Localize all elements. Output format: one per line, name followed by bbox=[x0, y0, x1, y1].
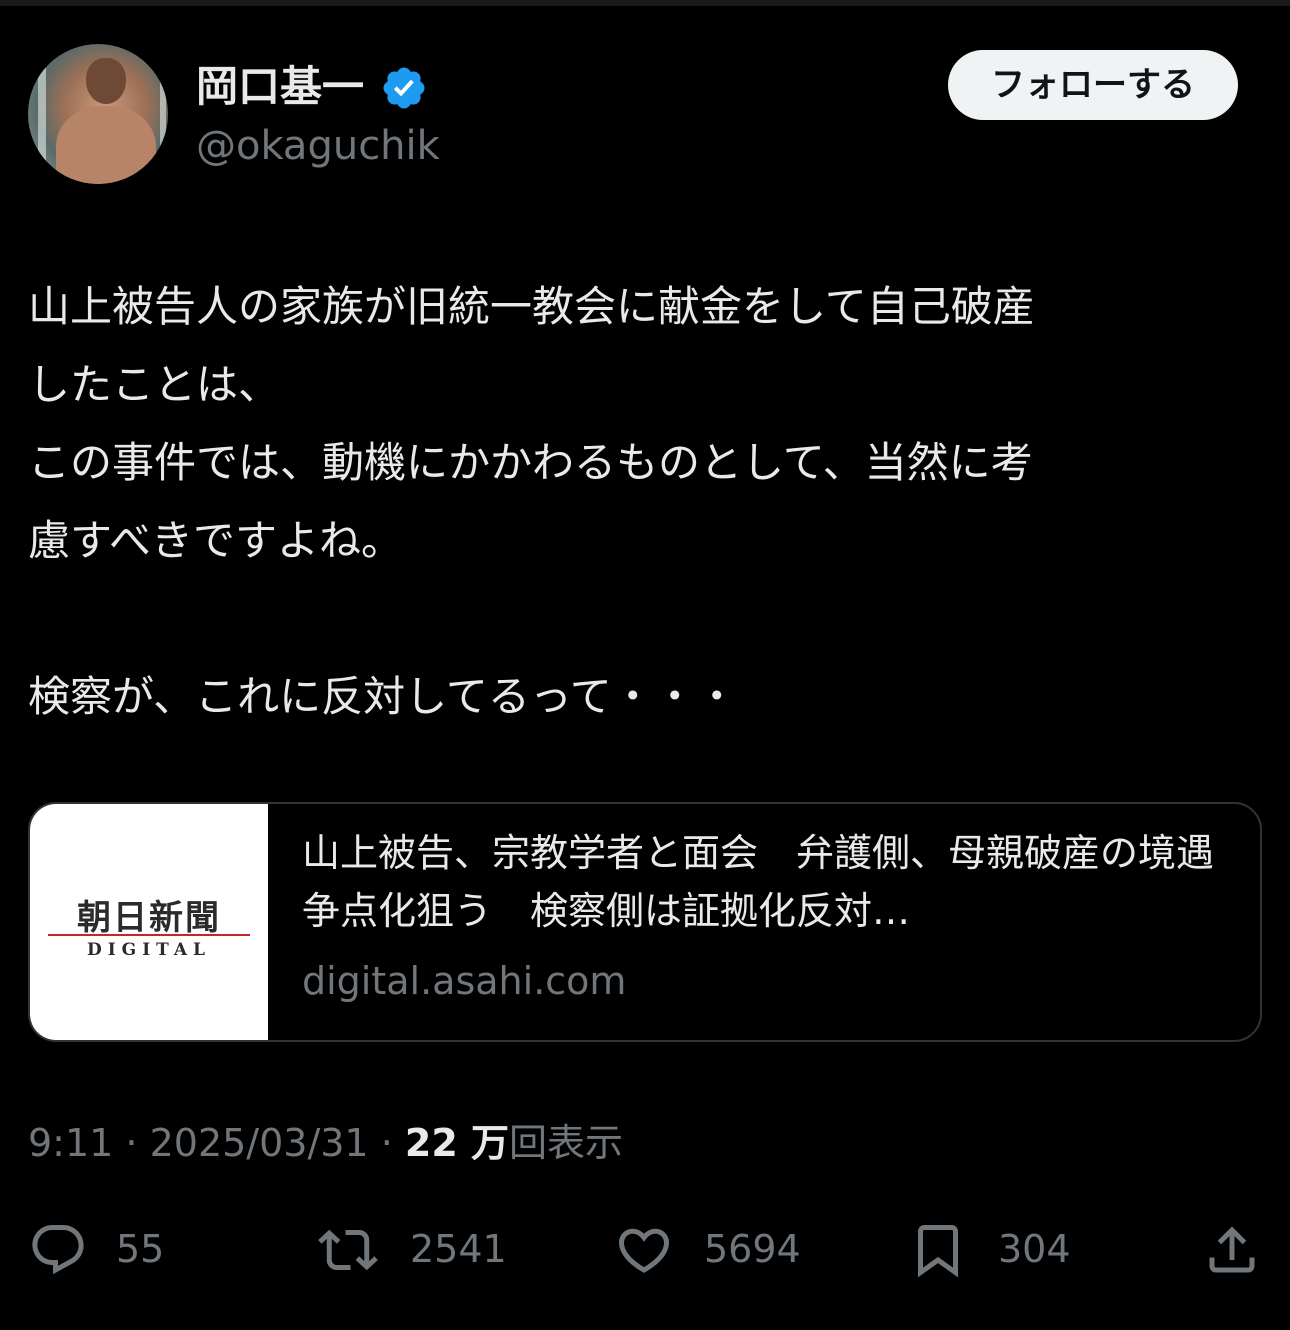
top-divider bbox=[0, 0, 1290, 6]
like-count: 5694 bbox=[704, 1227, 801, 1271]
tweet-date[interactable]: 2025/03/31 bbox=[150, 1121, 369, 1165]
heart-icon bbox=[618, 1228, 670, 1273]
tweet-meta: 9:11 · 2025/03/31 · 22 万回表示 bbox=[28, 1118, 623, 1168]
avatar-figure-head bbox=[86, 58, 126, 104]
bookmark-icon bbox=[918, 1225, 958, 1278]
link-card[interactable]: 朝日新聞 DIGITAL 山上被告、宗教学者と面会 弁護側、母親破産の境遇争点化… bbox=[28, 802, 1262, 1042]
avatar[interactable] bbox=[28, 44, 168, 184]
bookmark-count: 304 bbox=[998, 1227, 1071, 1271]
avatar-background-bar bbox=[38, 44, 46, 184]
views-count: 22 万 bbox=[404, 1121, 509, 1165]
tweet-page: 岡口基一 @okaguchik フォローする 山上被告人の家族が旧統一教会に献金… bbox=[0, 0, 1290, 1330]
reply-button[interactable]: 55 bbox=[28, 1212, 178, 1282]
like-button[interactable]: 5694 bbox=[614, 1212, 814, 1282]
meta-separator: · bbox=[113, 1121, 150, 1165]
meta-separator: · bbox=[368, 1121, 405, 1165]
tweet-text: 山上被告人の家族が旧統一教会に献金をして自己破産 したことは、 この事件では、動… bbox=[28, 282, 1035, 721]
link-card-title: 山上被告、宗教学者と面会 弁護側、母親破産の境遇争点化狙う 検察側は証拠化反対… bbox=[302, 831, 1215, 933]
asahi-logo-text: 朝日新聞 bbox=[77, 898, 221, 938]
avatar-figure-torso bbox=[56, 106, 156, 184]
verified-badge-icon[interactable] bbox=[380, 64, 428, 112]
tweet-time[interactable]: 9:11 bbox=[28, 1121, 113, 1165]
link-card-thumbnail: 朝日新聞 DIGITAL bbox=[30, 804, 268, 1040]
retweet-count: 2541 bbox=[410, 1227, 507, 1271]
follow-button[interactable]: フォローする bbox=[948, 50, 1238, 120]
bookmark-button[interactable]: 304 bbox=[908, 1212, 1088, 1282]
author-display-name[interactable]: 岡口基一 bbox=[196, 62, 364, 112]
link-card-domain: digital.asahi.com bbox=[302, 959, 627, 1003]
views-label: 回表示 bbox=[509, 1121, 624, 1165]
share-button[interactable] bbox=[1202, 1212, 1264, 1282]
asahi-logo-rule bbox=[48, 934, 250, 936]
author-handle[interactable]: @okaguchik bbox=[196, 122, 440, 170]
retweet-icon bbox=[318, 1229, 378, 1271]
asahi-logo-subtext: DIGITAL bbox=[86, 940, 212, 960]
reply-count: 55 bbox=[116, 1227, 165, 1271]
share-icon bbox=[1209, 1226, 1255, 1273]
retweet-button[interactable]: 2541 bbox=[318, 1212, 518, 1282]
avatar-background-bar bbox=[160, 44, 166, 184]
reply-icon bbox=[32, 1225, 84, 1275]
